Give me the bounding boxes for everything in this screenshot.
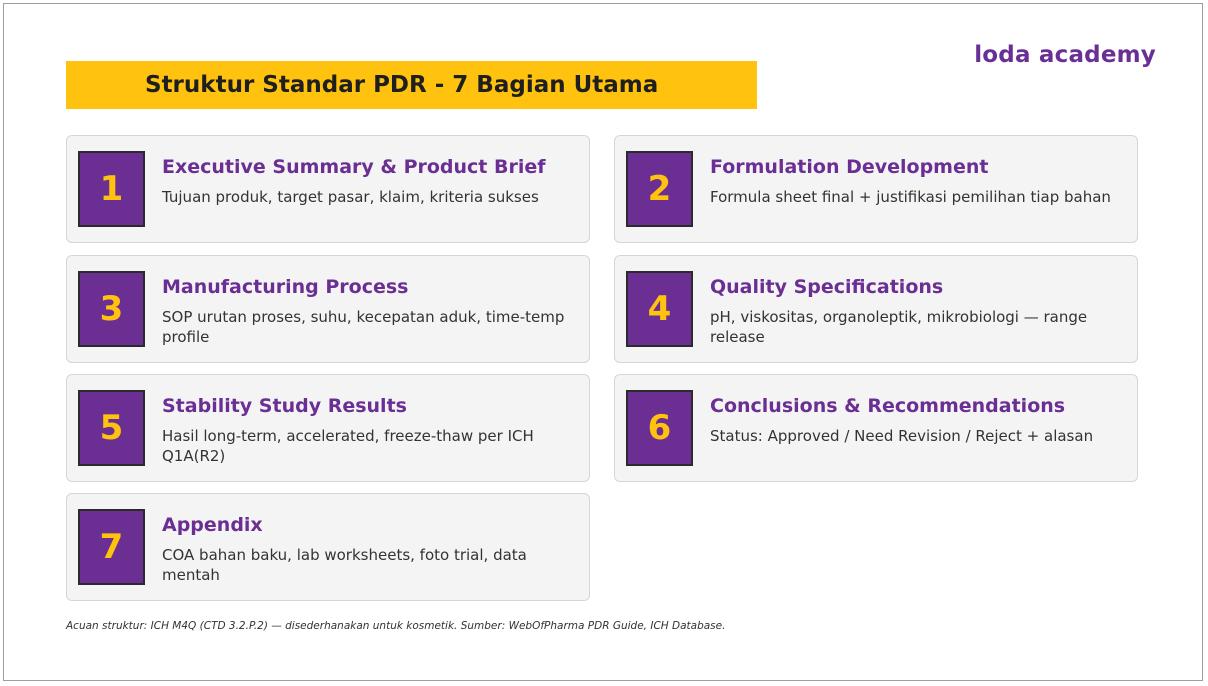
section-title: Conclusions & Recommendations xyxy=(710,395,1066,417)
section-description: COA bahan baku, lab worksheets, foto tri… xyxy=(162,546,527,584)
section-card-7: 7 Appendix COA bahan baku, lab worksheet… xyxy=(66,493,590,601)
section-number-badge: 5 xyxy=(78,390,145,466)
section-description: Formula sheet final + justifikasi pemili… xyxy=(710,188,1111,206)
section-number-badge: 6 xyxy=(626,390,693,466)
section-description: Hasil long-term, accelerated, freeze-tha… xyxy=(162,427,534,465)
section-card-6: 6 Conclusions & Recommendations Status: … xyxy=(614,374,1138,482)
section-number-badge: 7 xyxy=(78,509,145,585)
section-card-3: 3 Manufacturing Process SOP urutan prose… xyxy=(66,255,590,363)
section-description: Status: Approved / Need Revision / Rejec… xyxy=(710,427,1094,445)
section-description: pH, viskositas, organoleptik, mikrobiolo… xyxy=(710,308,1088,346)
section-title: Quality Specifications xyxy=(710,276,944,298)
section-description: Tujuan produk, target pasar, klaim, krit… xyxy=(162,188,539,206)
source-footnote: Acuan struktur: ICH M4Q (CTD 3.2.P.2) — … xyxy=(66,620,726,632)
section-description: SOP urutan proses, suhu, kecepatan aduk,… xyxy=(162,308,565,346)
section-card-4: 4 Quality Specifications pH, viskositas,… xyxy=(614,255,1138,363)
page-title: Struktur Standar PDR - 7 Bagian Utama xyxy=(145,72,659,98)
section-title: Manufacturing Process xyxy=(162,276,409,298)
section-card-5: 5 Stability Study Results Hasil long-ter… xyxy=(66,374,590,482)
section-title: Appendix xyxy=(162,514,263,536)
section-title: Formulation Development xyxy=(710,156,989,178)
section-card-2: 2 Formulation Development Formula sheet … xyxy=(614,135,1138,243)
brand-logo: loda academy xyxy=(974,42,1156,68)
section-title: Stability Study Results xyxy=(162,395,407,417)
section-number-badge: 2 xyxy=(626,151,693,227)
title-bar: Struktur Standar PDR - 7 Bagian Utama xyxy=(66,61,757,109)
section-number-badge: 1 xyxy=(78,151,145,227)
section-card-1: 1 Executive Summary & Product Brief Tuju… xyxy=(66,135,590,243)
section-number-badge: 3 xyxy=(78,271,145,347)
section-title: Executive Summary & Product Brief xyxy=(162,156,546,178)
section-number-badge: 4 xyxy=(626,271,693,347)
